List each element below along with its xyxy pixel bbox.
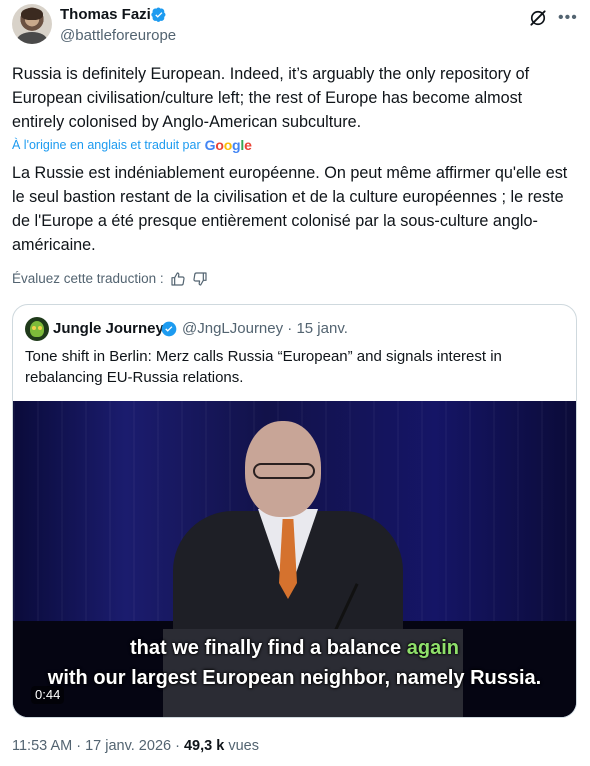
video-player[interactable]: that we finally find a balance again wit… <box>13 401 576 717</box>
quoted-author-avatar[interactable] <box>25 317 49 341</box>
subtitle-text: that we finally find a balance <box>130 637 402 659</box>
avatar-shirt <box>17 32 47 44</box>
rate-translation-label: Évaluez cette traduction : <box>12 271 164 286</box>
video-duration: 0:44 <box>31 686 65 704</box>
quoted-tweet-text: Tone shift in Berlin: Merz calls Russia … <box>25 348 502 386</box>
author-handle[interactable]: @battleforeurope <box>60 27 176 45</box>
video-subtitle-line-2: with our largest European neighbor, name… <box>47 667 542 689</box>
translated-text: La Russie est indéniablement européenne.… <box>12 164 568 254</box>
quoted-author-handle-date: @JngLJourney · 15 janv. <box>182 320 348 337</box>
author-name[interactable]: Thomas Fazi <box>60 6 151 24</box>
more-icon[interactable]: ••• <box>558 8 578 28</box>
tweet-post: Thomas Fazi @battleforeurope ••• Russia … <box>0 0 590 766</box>
verified-badge-icon <box>161 321 177 337</box>
thumbs-up-icon[interactable] <box>170 271 186 287</box>
tweet-text: Russia is definitely European. Indeed, i… <box>12 65 530 131</box>
verified-badge-icon <box>151 7 166 22</box>
views-count: 49,3 k <box>183 738 225 754</box>
avatar-hair <box>21 8 43 20</box>
views-label: vues <box>228 738 259 754</box>
google-logo: Google <box>204 137 252 153</box>
author-avatar[interactable] <box>12 4 52 44</box>
avatar-eye <box>38 326 42 330</box>
subtitle-highlight: again <box>406 637 459 659</box>
quoted-tweet[interactable]: Jungle Journey @JngLJourney · 15 janv. T… <box>12 304 577 718</box>
thumbs-down-icon[interactable] <box>192 271 208 287</box>
rate-translation-row: Évaluez cette traduction : <box>12 270 208 288</box>
post-meta: 11:53 AM · 17 janv. 2026 · 49,3 k vues <box>12 737 259 755</box>
grok-icon[interactable] <box>528 8 548 28</box>
speaker-glasses <box>253 463 315 479</box>
translation-note: À l'origine en anglais et traduit par Go… <box>12 136 252 154</box>
translation-note-text: À l'origine en anglais et traduit par <box>12 138 201 152</box>
video-subtitle-line-1: that we finally find a balance again <box>13 636 576 660</box>
post-timestamp[interactable]: 11:53 AM · 17 janv. 2026 · <box>12 738 180 754</box>
avatar-eye <box>32 326 36 330</box>
quoted-author-name[interactable]: Jungle Journey <box>53 320 164 338</box>
